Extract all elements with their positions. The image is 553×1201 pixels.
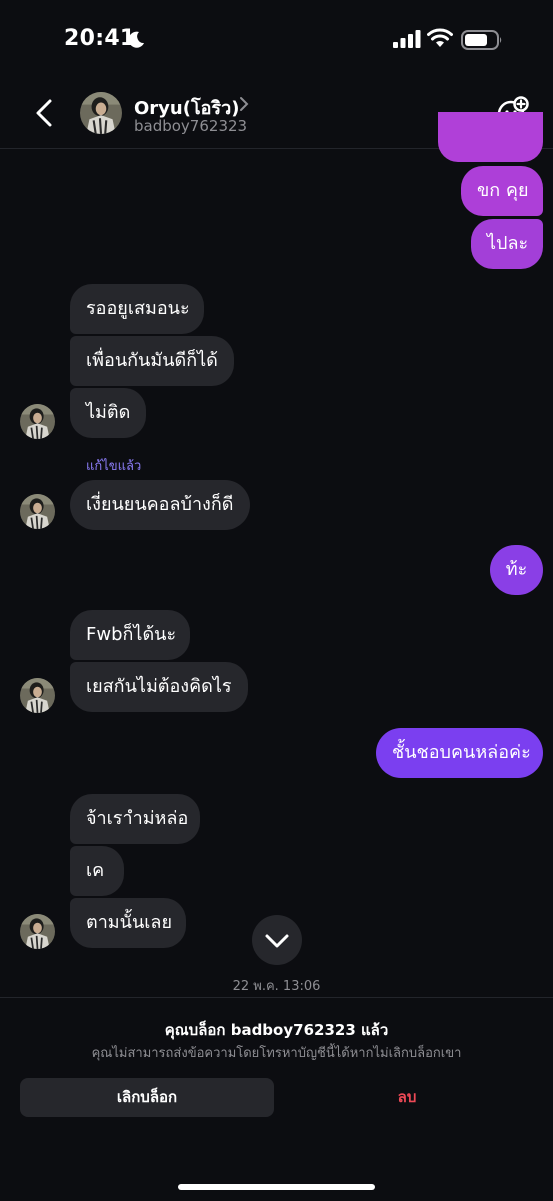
sender-avatar[interactable] bbox=[20, 678, 55, 713]
received-message[interactable]: เยสกันไม่ต้องคิดไร bbox=[70, 662, 248, 712]
received-message[interactable]: รออยูเสมอนะ bbox=[70, 284, 204, 334]
blocked-panel: คุณบล็อก badboy762323 แล้ว คุณไม่สามารถส… bbox=[0, 997, 553, 1201]
received-message[interactable]: Fwbก็ได้นะ bbox=[70, 610, 190, 660]
sender-avatar[interactable] bbox=[20, 494, 55, 529]
sent-message[interactable]: ท้ะ bbox=[490, 545, 543, 595]
received-message[interactable]: เงี่ยนยนคอลบ้างก็ดี bbox=[70, 480, 250, 530]
profile-avatar[interactable] bbox=[80, 92, 122, 134]
unblock-button[interactable]: เลิกบล็อก bbox=[20, 1078, 274, 1117]
delete-button[interactable]: ลบ bbox=[280, 1078, 534, 1117]
home-indicator bbox=[178, 1184, 375, 1190]
signal-icon bbox=[393, 30, 421, 48]
received-message[interactable]: ตามนั้นเลย bbox=[70, 898, 186, 948]
sent-message[interactable]: ไปละ bbox=[471, 219, 543, 269]
moon-icon bbox=[128, 31, 144, 48]
sent-message[interactable]: ชั้นชอบคนหล่อค่ะ bbox=[376, 728, 543, 778]
received-message[interactable]: ไม่ติด bbox=[70, 388, 146, 438]
back-chevron-icon[interactable] bbox=[32, 98, 58, 128]
sender-avatar[interactable] bbox=[20, 914, 55, 949]
battery-icon bbox=[461, 30, 502, 50]
scroll-to-bottom-button[interactable] bbox=[252, 915, 302, 965]
received-message[interactable]: เค bbox=[70, 846, 124, 896]
date-separator: 22 พ.ค. 13:06 bbox=[232, 979, 321, 994]
blocked-subtitle: คุณไม่สามารถส่งข้อความโดยโทรหาบัญชีนี้ได… bbox=[91, 1046, 462, 1061]
status-time: 20:41 bbox=[64, 26, 136, 51]
wifi-icon bbox=[427, 28, 453, 47]
received-message[interactable]: เพื่อนกันมันดีก็ได้ bbox=[70, 336, 234, 386]
blocked-title: คุณบล็อก badboy762323 แล้ว bbox=[164, 1021, 389, 1039]
edited-label: แก้ไขแล้ว bbox=[86, 459, 142, 474]
chevron-down-icon bbox=[265, 934, 289, 948]
sent-message[interactable]: ขก คุย bbox=[461, 166, 543, 216]
sender-avatar[interactable] bbox=[20, 404, 55, 439]
chevron-right-icon[interactable] bbox=[238, 96, 250, 112]
profile-username: badboy762323 bbox=[134, 117, 248, 135]
sent-message-partial[interactable] bbox=[438, 112, 543, 162]
status-bar: 20:41 bbox=[0, 0, 553, 80]
received-message[interactable]: จ้าเราำม่หล่อ bbox=[70, 794, 200, 844]
